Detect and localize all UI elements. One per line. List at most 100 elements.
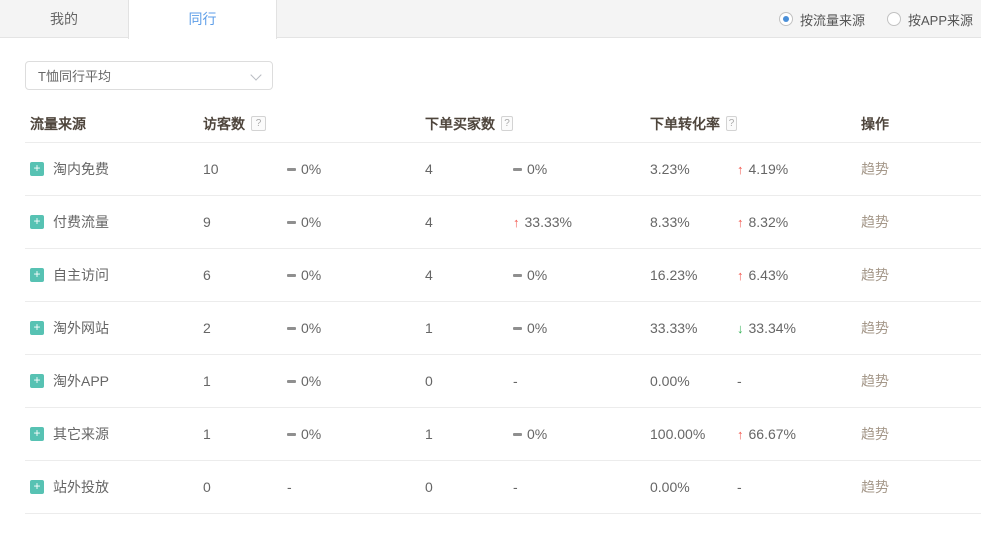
source-cell: + 淘外网站 — [25, 318, 203, 338]
trend-link[interactable]: 趋势 — [861, 426, 889, 442]
change-value: - — [513, 373, 518, 389]
conversion-value: 0.00% — [650, 479, 737, 495]
conversion-change: - — [737, 479, 861, 495]
visitors-change: 0% — [287, 161, 425, 177]
change-value: - — [737, 479, 742, 495]
conversion-value: 33.33% — [650, 320, 737, 336]
buyers-value: 1 — [425, 426, 513, 442]
trend-link[interactable]: 趋势 — [861, 161, 889, 177]
visitors-value: 6 — [203, 267, 287, 283]
table-row: + 淘外网站 2 0% 1 0% 33.33% ↓33.34% 趋势 — [25, 302, 981, 355]
table-header: 流量来源 访客数 ? 下单买家数 ? 下单转化率 ? 操作 — [25, 105, 981, 143]
expand-row-icon[interactable]: + — [30, 480, 44, 494]
expand-row-icon[interactable]: + — [30, 215, 44, 229]
source-label: 淘外APP — [53, 371, 109, 391]
trend-link[interactable]: 趋势 — [861, 479, 889, 495]
radio-by-app-source[interactable]: 按APP来源 — [887, 10, 973, 29]
help-icon[interactable]: ? — [251, 116, 266, 131]
select-value: T恤同行平均 — [38, 66, 111, 85]
action-cell: 趋势 — [861, 424, 981, 444]
change-indicator-icon: ↑ — [737, 162, 744, 177]
expand-row-icon[interactable]: + — [30, 374, 44, 388]
table-row: + 其它来源 1 0% 1 0% 100.00% ↑66.67% 趋势 — [25, 408, 981, 461]
source-cell: + 付费流量 — [25, 212, 203, 232]
change-value: 33.34% — [749, 320, 796, 336]
help-icon[interactable]: ? — [501, 116, 513, 131]
visitors-change: 0% — [287, 214, 425, 230]
expand-row-icon[interactable]: + — [30, 321, 44, 335]
trend-link[interactable]: 趋势 — [861, 214, 889, 230]
conversion-value: 0.00% — [650, 373, 737, 389]
change-value: 0% — [301, 214, 321, 230]
conversion-value: 100.00% — [650, 426, 737, 442]
col-header-conversion-label: 下单转化率 — [650, 114, 720, 134]
change-value: 0% — [301, 161, 321, 177]
conversion-change: - — [737, 373, 861, 389]
change-value: 0% — [527, 161, 547, 177]
industry-average-select[interactable]: T恤同行平均 — [25, 61, 273, 90]
source-label: 自主访问 — [53, 265, 109, 285]
col-header-source: 流量来源 — [25, 114, 203, 134]
buyers-value: 4 — [425, 214, 513, 230]
trend-link[interactable]: 趋势 — [861, 267, 889, 283]
help-icon[interactable]: ? — [726, 116, 737, 131]
table-row: + 站外投放 0 - 0 - 0.00% - 趋势 — [25, 461, 981, 514]
change-indicator-icon — [287, 168, 296, 171]
buyers-value: 0 — [425, 479, 513, 495]
col-header-visitors: 访客数 ? — [203, 114, 287, 134]
change-indicator-icon — [287, 221, 296, 224]
change-value: 0% — [527, 426, 547, 442]
radio-unselected-icon — [887, 12, 901, 26]
conversion-value: 3.23% — [650, 161, 737, 177]
source-label: 付费流量 — [53, 212, 109, 232]
expand-row-icon[interactable]: + — [30, 268, 44, 282]
source-label: 站外投放 — [53, 477, 109, 497]
buyers-change: ↑33.33% — [513, 214, 650, 230]
table-row: + 淘外APP 1 0% 0 - 0.00% - 趋势 — [25, 355, 981, 408]
chevron-down-icon — [250, 69, 261, 80]
source-cell: + 淘外APP — [25, 371, 203, 391]
tab-peers[interactable]: 同行 — [128, 0, 277, 39]
buyers-change: - — [513, 373, 650, 389]
visitors-change: 0% — [287, 426, 425, 442]
table-row: + 淘内免费 10 0% 4 0% 3.23% ↑4.19% 趋势 — [25, 143, 981, 196]
change-value: - — [737, 373, 742, 389]
change-value: 8.32% — [749, 214, 789, 230]
change-indicator-icon — [513, 433, 522, 436]
change-indicator-icon — [513, 274, 522, 277]
action-cell: 趋势 — [861, 212, 981, 232]
radio-selected-icon — [779, 12, 793, 26]
conversion-change: ↑ 6.43% — [737, 267, 861, 283]
buyers-change: 0% — [513, 320, 650, 336]
change-indicator-icon: ↑ — [513, 215, 520, 230]
expand-row-icon[interactable]: + — [30, 162, 44, 176]
change-value: 0% — [301, 320, 321, 336]
source-cell: + 淘内免费 — [25, 159, 203, 179]
buyers-value: 0 — [425, 373, 513, 389]
buyers-change: 0% — [513, 161, 650, 177]
conversion-change: ↑8.32% — [737, 214, 861, 230]
trend-link[interactable]: 趋势 — [861, 320, 889, 336]
action-cell: 趋势 — [861, 477, 981, 497]
change-indicator-icon: ↑ — [737, 268, 744, 283]
conversion-value: 8.33% — [650, 214, 737, 230]
radio-by-app-source-label: 按APP来源 — [908, 10, 973, 29]
col-header-visitors-label: 访客数 — [203, 114, 245, 134]
source-type-radio-group: 按流量来源 按APP来源 — [779, 0, 973, 38]
change-value: 0% — [301, 426, 321, 442]
change-value: 6.43% — [749, 267, 789, 283]
source-cell: + 站外投放 — [25, 477, 203, 497]
tab-mine[interactable]: 我的 — [0, 0, 128, 37]
change-indicator-icon — [513, 168, 522, 171]
buyers-value: 4 — [425, 161, 513, 177]
radio-by-traffic-source[interactable]: 按流量来源 — [779, 10, 865, 29]
action-cell: 趋势 — [861, 371, 981, 391]
trend-link[interactable]: 趋势 — [861, 373, 889, 389]
expand-row-icon[interactable]: + — [30, 427, 44, 441]
change-indicator-icon: ↓ — [737, 321, 744, 336]
table-row: + 自主访问 6 0% 4 0% 16.23% ↑6.43% 趋势 — [25, 249, 981, 302]
change-indicator-icon — [287, 433, 296, 436]
change-indicator-icon — [287, 327, 296, 330]
tab-bar: 我的 同行 按流量来源 按APP来源 — [0, 0, 981, 38]
change-indicator-icon — [287, 380, 296, 383]
